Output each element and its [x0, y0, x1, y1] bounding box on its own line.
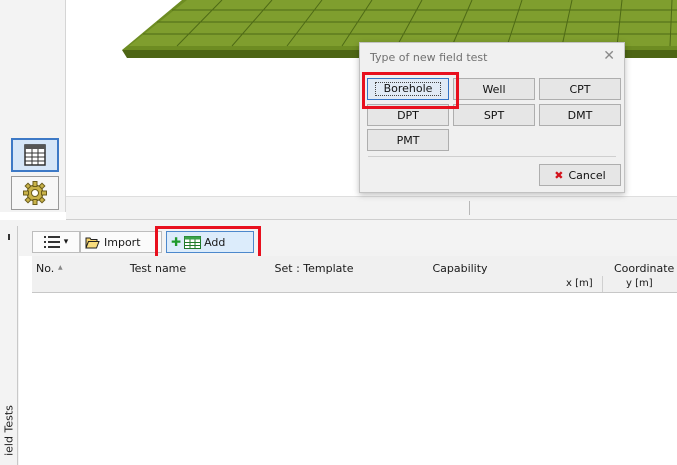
spt-button[interactable]: SPT: [453, 104, 535, 126]
list-menu-button[interactable]: ▾: [32, 231, 80, 253]
view-status-strip: [66, 196, 677, 220]
dialog-separator: [368, 156, 616, 157]
cpt-button[interactable]: CPT: [539, 78, 621, 100]
settings-button[interactable]: [11, 176, 59, 210]
dialog-title: Type of new field test: [370, 51, 488, 64]
column-header-coordinates[interactable]: Coordinate x [m] y [m]: [542, 256, 677, 293]
field-tests-vertical-tab[interactable]: ield Tests: [0, 226, 18, 465]
table-view-button[interactable]: [11, 138, 59, 172]
column-header-capability[interactable]: Capability: [378, 256, 543, 293]
column-header-label: Capability: [432, 262, 488, 275]
chevron-down-icon: ▾: [63, 237, 69, 247]
column-header-label: No.: [36, 262, 55, 275]
pmt-button[interactable]: PMT: [367, 129, 449, 151]
column-header-x: x [m]: [566, 278, 593, 289]
column-header-label: Set : Template: [274, 262, 354, 275]
close-icon[interactable]: ✕: [603, 48, 615, 64]
grip-handle[interactable]: [8, 234, 10, 240]
cancel-x-icon: ✖: [554, 168, 564, 182]
sort-arrow-icon: ▲: [58, 264, 63, 271]
list-icon: [43, 236, 60, 248]
left-tool-panel: [0, 0, 66, 212]
well-button[interactable]: Well: [453, 78, 535, 100]
table-grid-icon: [24, 144, 46, 166]
import-button[interactable]: Import: [80, 231, 162, 253]
column-header-y: y [m]: [626, 278, 653, 289]
vertical-tab-label: ield Tests: [2, 405, 16, 456]
column-header-set-template[interactable]: Set : Template: [250, 256, 379, 293]
column-header-test-name[interactable]: Test name: [66, 256, 251, 293]
field-tests-table: No. ▲ Test name Set : Template Capabilit…: [19, 256, 677, 465]
new-field-test-dialog: Type of new field test ✕ Borehole Well C…: [359, 42, 625, 193]
highlight-borehole: [362, 72, 459, 109]
column-header-label: Test name: [129, 262, 187, 275]
gear-icon: [23, 181, 47, 205]
dmt-button[interactable]: DMT: [539, 104, 621, 126]
column-header-label: Coordinate: [614, 262, 675, 275]
column-header-no[interactable]: No. ▲: [32, 256, 67, 293]
cancel-button[interactable]: ✖ Cancel: [539, 164, 621, 186]
import-label: Import: [104, 235, 141, 249]
field-tests-toolbar: ▾ Import ✚ Add: [19, 226, 677, 262]
folder-open-icon: [85, 237, 100, 248]
cancel-label: Cancel: [568, 168, 606, 182]
